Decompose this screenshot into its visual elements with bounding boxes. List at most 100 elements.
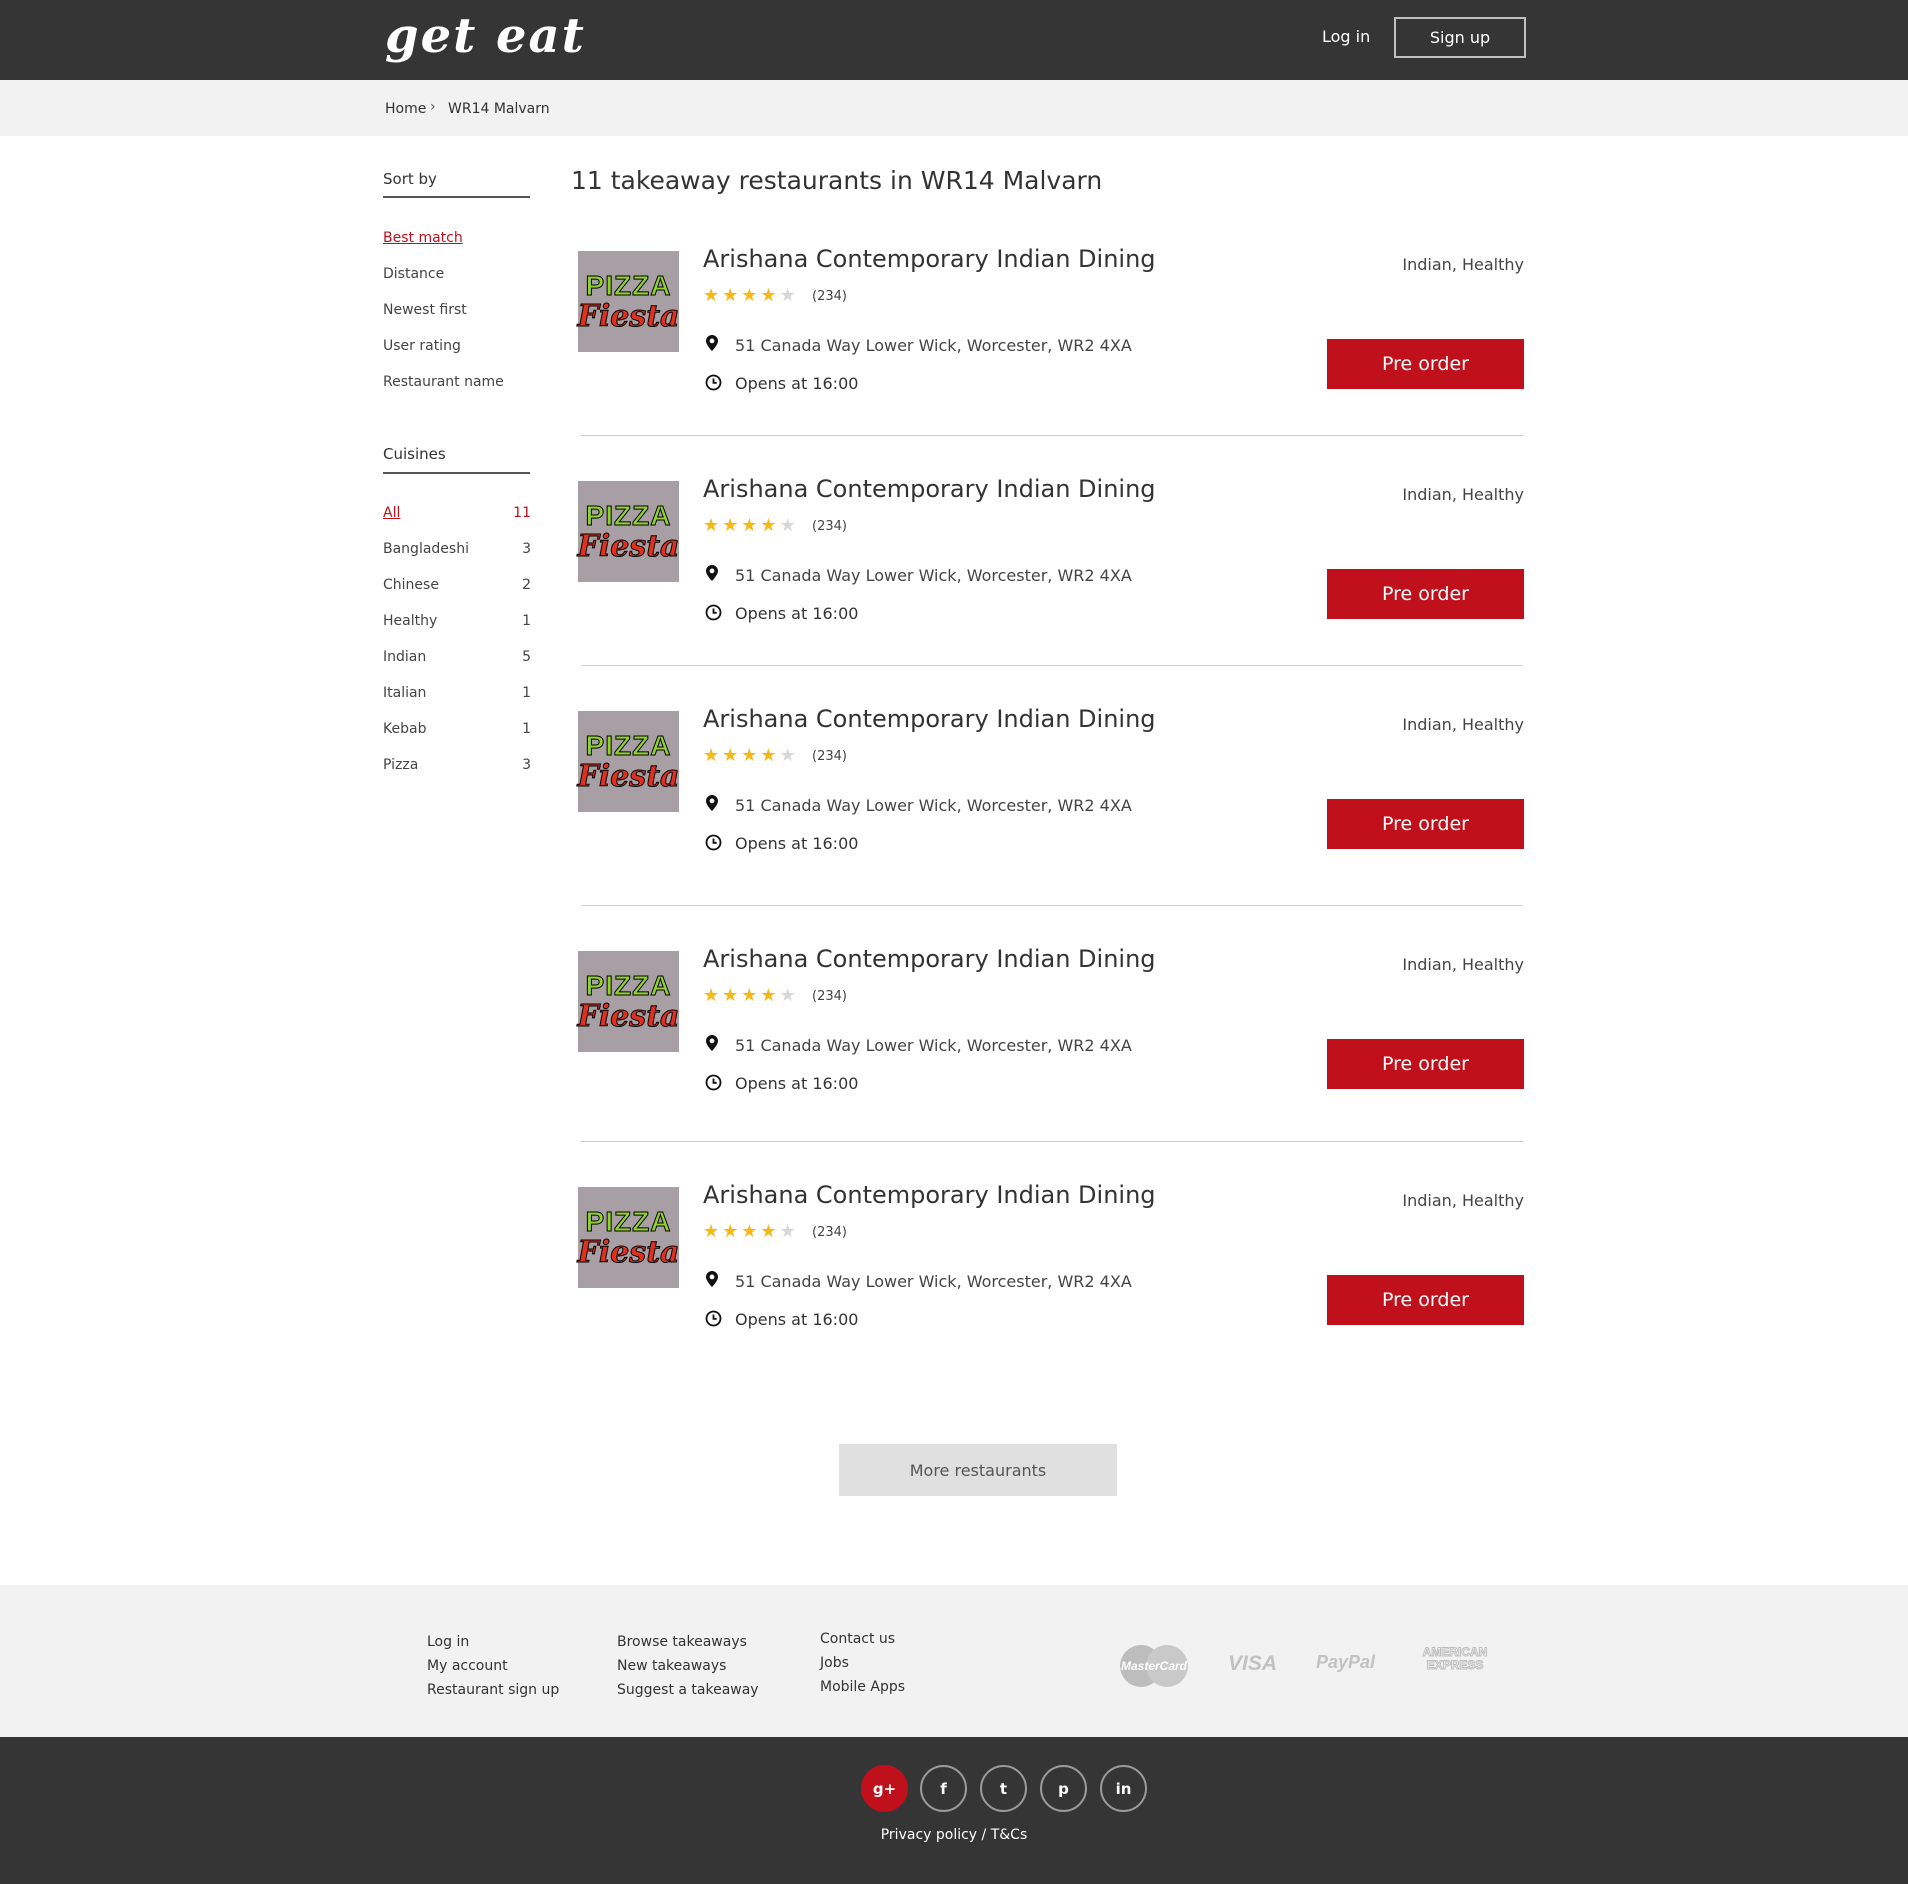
star-icon: ★: [741, 745, 758, 766]
sort-option[interactable]: Distance: [383, 266, 531, 282]
footer-link[interactable]: Restaurant sign up: [427, 1682, 559, 1698]
restaurant-logo[interactable]: PIZZA Fiesta: [577, 711, 680, 812]
restaurant-card: PIZZA Fiesta Arishana Contemporary Indian …: [577, 705, 1526, 861]
logo-text-top: PIZZA: [585, 499, 672, 531]
pre-order-button[interactable]: Pre order: [1327, 569, 1524, 619]
opening-time: Opens at 16:00: [735, 604, 859, 623]
cuisine-filter-item[interactable]: Pizza 3: [383, 757, 531, 773]
review-count: (234): [812, 519, 847, 534]
restaurant-logo[interactable]: PIZZA Fiesta: [577, 951, 680, 1052]
cuisine-filter-item[interactable]: All 11: [383, 505, 531, 521]
star-icon: ★: [722, 1221, 739, 1242]
logo-text-top: PIZZA: [585, 729, 672, 761]
facebook-icon[interactable]: f: [920, 1765, 967, 1812]
star-icon: ★: [779, 515, 796, 536]
google-plus-icon[interactable]: g+: [861, 1765, 908, 1812]
signup-button[interactable]: Sign up: [1394, 17, 1526, 58]
amex-logo: AMERICAN EXPRESS: [1422, 1645, 1488, 1672]
cuisine-filter-item[interactable]: Chinese 2: [383, 577, 531, 593]
social-glyph: g+: [872, 1779, 897, 1798]
pre-order-button[interactable]: Pre order: [1327, 799, 1524, 849]
restaurant-cuisines: Indian, Healthy: [1402, 955, 1524, 974]
more-restaurants-button[interactable]: More restaurants: [839, 1444, 1117, 1496]
login-link[interactable]: Log in: [1322, 27, 1370, 46]
restaurant-name[interactable]: Arishana Contemporary Indian Dining: [703, 705, 1156, 733]
mastercard-logo: MasterCard: [1120, 1645, 1188, 1687]
pinterest-icon[interactable]: p: [1040, 1765, 1087, 1812]
star-icon: ★: [703, 515, 720, 536]
cuisine-count: 3: [522, 541, 531, 557]
privacy-link[interactable]: Privacy policy / T&Cs: [0, 1827, 1908, 1843]
restaurant-logo[interactable]: PIZZA Fiesta: [577, 481, 680, 582]
linkedin-icon[interactable]: in: [1100, 1765, 1147, 1812]
cuisine-count: 1: [522, 613, 531, 629]
star-icon: ★: [703, 1221, 720, 1242]
restaurant-card: PIZZA Fiesta Arishana Contemporary Indian …: [577, 945, 1526, 1101]
clock-icon: [705, 1074, 722, 1091]
restaurant-logo[interactable]: PIZZA Fiesta: [577, 251, 680, 352]
cuisines-divider: [383, 472, 530, 474]
pre-order-button[interactable]: Pre order: [1327, 339, 1524, 389]
pre-order-button[interactable]: Pre order: [1327, 1275, 1524, 1325]
cuisine-label: Italian: [383, 685, 427, 701]
footer-link[interactable]: Jobs: [820, 1655, 849, 1671]
footer-link[interactable]: My account: [427, 1658, 508, 1674]
cuisine-count: 5: [522, 649, 531, 665]
restaurant-cuisines: Indian, Healthy: [1402, 1191, 1524, 1210]
restaurant-name[interactable]: Arishana Contemporary Indian Dining: [703, 475, 1156, 503]
star-icon: ★: [722, 985, 739, 1006]
site-logo[interactable]: get eat: [385, 8, 586, 64]
footer-link[interactable]: Suggest a takeaway: [617, 1682, 759, 1698]
clock-icon: [705, 604, 722, 621]
star-icon: ★: [722, 745, 739, 766]
card-divider: [581, 905, 1523, 906]
cuisine-count: 3: [522, 757, 531, 773]
paypal-logo: PayPal: [1316, 1652, 1376, 1672]
restaurant-address: 51 Canada Way Lower Wick, Worcester, WR2…: [735, 796, 1132, 815]
rating-stars: ★ ★ ★ ★ ★: [703, 747, 796, 765]
cuisine-filter-item[interactable]: Kebab 1: [383, 721, 531, 737]
footer-link[interactable]: New takeaways: [617, 1658, 726, 1674]
twitter-icon[interactable]: t: [980, 1765, 1027, 1812]
cuisine-label: Pizza: [383, 757, 419, 773]
cuisine-filter-item[interactable]: Healthy 1: [383, 613, 531, 629]
sort-option[interactable]: Newest first: [383, 302, 531, 318]
clock-icon: [705, 1310, 722, 1327]
restaurant-address: 51 Canada Way Lower Wick, Worcester, WR2…: [735, 1272, 1132, 1291]
map-pin-icon: [706, 795, 718, 811]
sort-option[interactable]: Best match: [383, 230, 531, 246]
rating-stars: ★ ★ ★ ★ ★: [703, 987, 796, 1005]
star-icon: ★: [779, 1221, 796, 1242]
restaurant-logo[interactable]: PIZZA Fiesta: [577, 1187, 680, 1288]
review-count: (234): [812, 1225, 847, 1240]
restaurant-name[interactable]: Arishana Contemporary Indian Dining: [703, 945, 1156, 973]
restaurant-name[interactable]: Arishana Contemporary Indian Dining: [703, 245, 1156, 273]
logo-text-bottom: Fiesta: [577, 998, 680, 1034]
restaurant-cuisines: Indian, Healthy: [1402, 715, 1524, 734]
sort-option-label: Newest first: [383, 302, 467, 318]
sort-option[interactable]: Restaurant name: [383, 374, 531, 390]
star-icon: ★: [779, 285, 796, 306]
restaurant-card: PIZZA Fiesta Arishana Contemporary Indian …: [577, 1181, 1526, 1337]
breadcrumb: Home › WR14 Malvarn: [0, 80, 1908, 136]
footer-link[interactable]: Log in: [427, 1634, 469, 1650]
breadcrumb-home[interactable]: Home: [385, 101, 426, 117]
cuisine-filter-item[interactable]: Bangladeshi 3: [383, 541, 531, 557]
restaurant-name[interactable]: Arishana Contemporary Indian Dining: [703, 1181, 1156, 1209]
footer-link[interactable]: Contact us: [820, 1631, 895, 1647]
sort-option[interactable]: User rating: [383, 338, 531, 354]
cuisine-label: Kebab: [383, 721, 427, 737]
footer-bar: [0, 1737, 1908, 1884]
star-icon: ★: [741, 515, 758, 536]
cuisine-label: Healthy: [383, 613, 438, 629]
pre-order-button[interactable]: Pre order: [1327, 1039, 1524, 1089]
star-icon: ★: [760, 745, 777, 766]
footer-link[interactable]: Mobile Apps: [820, 1679, 905, 1695]
restaurant-address: 51 Canada Way Lower Wick, Worcester, WR2…: [735, 336, 1132, 355]
map-pin-icon: [706, 1035, 718, 1051]
restaurant-cuisines: Indian, Healthy: [1402, 485, 1524, 504]
cuisine-filter-item[interactable]: Italian 1: [383, 685, 531, 701]
footer-link[interactable]: Browse takeaways: [617, 1634, 747, 1650]
cuisine-filter-item[interactable]: Indian 5: [383, 649, 531, 665]
logo-text-bottom: Fiesta: [577, 298, 680, 334]
